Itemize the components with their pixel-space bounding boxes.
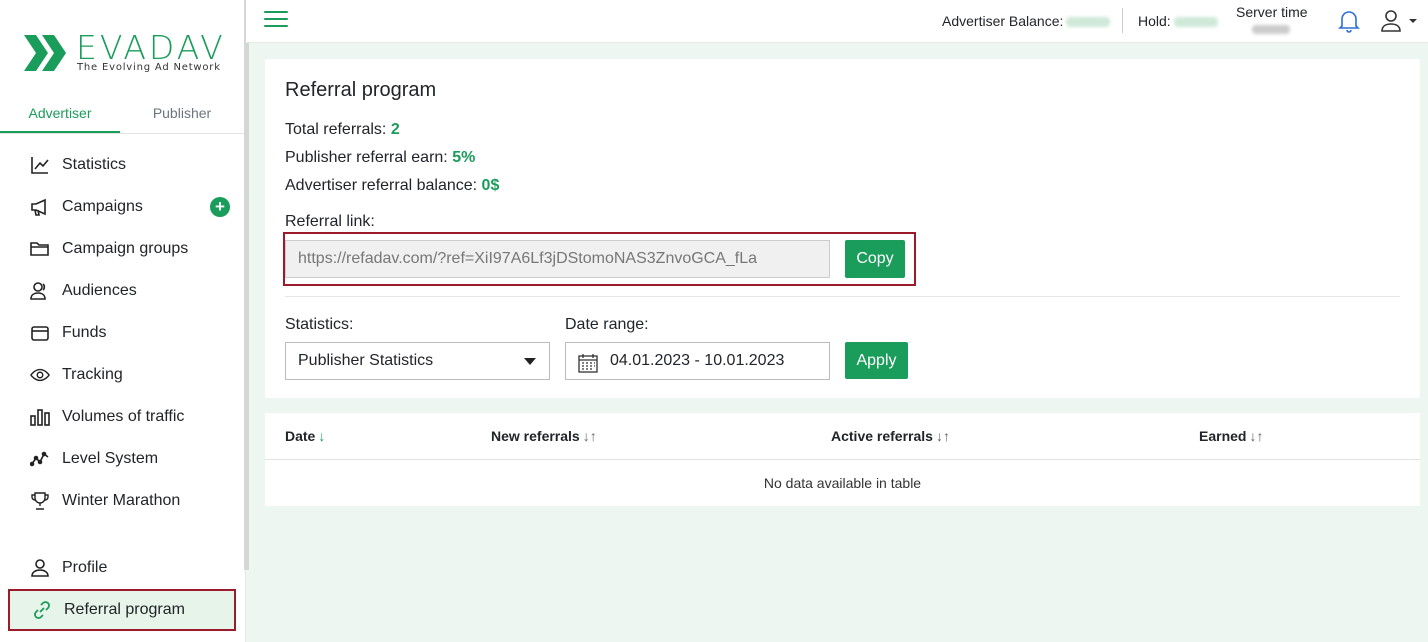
- advertiser-referral-balance: Advertiser referral balance: 0$: [285, 177, 499, 195]
- date-range-picker[interactable]: 04.01.2023 - 10.01.2023: [565, 342, 830, 380]
- eye-icon: [30, 365, 50, 385]
- advertiser-balance: Advertiser Balance:: [942, 13, 1111, 29]
- sidebar-nav: Statistics Campaigns + Campaign groups A…: [0, 144, 244, 522]
- link-icon: [32, 600, 52, 620]
- column-header-new-referrals[interactable]: New referrals ↓↑: [491, 428, 597, 444]
- hold-value-redacted: [1173, 17, 1218, 28]
- copy-button[interactable]: Copy: [845, 240, 905, 278]
- sidebar-item-label: Audiences: [62, 282, 137, 299]
- sidebar-item-campaigns[interactable]: Campaigns +: [0, 186, 244, 228]
- sidebar-item-label: Referral program: [64, 601, 185, 618]
- user-menu[interactable]: [1380, 9, 1418, 33]
- sidebar: EVADAV The Evolving Ad Network Advertise…: [0, 0, 246, 642]
- column-header-earned[interactable]: Earned ↓↑: [1199, 428, 1263, 444]
- publisher-referral-earn: Publisher referral earn: 5%: [285, 149, 475, 167]
- sidebar-item-label: Statistics: [62, 156, 127, 173]
- sidebar-item-statistics[interactable]: Statistics: [0, 144, 244, 186]
- referrals-table: Date ↓ New referrals ↓↑ Active referrals ↓↑…: [265, 413, 1420, 506]
- bar-chart-icon: [30, 407, 50, 427]
- total-referrals-label: Total referrals:: [285, 121, 387, 138]
- column-label: Date: [285, 428, 316, 444]
- caret-down-icon: [524, 358, 536, 365]
- folder-icon: [30, 239, 50, 259]
- sidebar-item-funds[interactable]: Funds: [0, 312, 244, 354]
- apply-button[interactable]: Apply: [845, 342, 908, 379]
- sidebar-item-label: Campaigns: [62, 198, 143, 215]
- sidebar-bottom-nav: Profile Referral program: [0, 547, 244, 631]
- role-tabs: Advertiser Publisher: [0, 96, 244, 134]
- server-time: Server time: [1236, 4, 1308, 34]
- sort-icon: ↓↑: [935, 428, 950, 444]
- menu-toggle-icon[interactable]: [264, 11, 288, 31]
- statistics-label: Statistics:: [285, 316, 354, 333]
- sidebar-item-label: Level System: [62, 450, 159, 467]
- chevron-down-icon: [1409, 19, 1417, 23]
- calendar-icon: [578, 351, 598, 387]
- sort-desc-icon: ↓: [318, 428, 326, 444]
- trophy-icon: [30, 491, 50, 511]
- topbar-divider: [1122, 8, 1123, 33]
- sidebar-item-audiences[interactable]: Audiences: [0, 270, 244, 312]
- sidebar-item-label: Funds: [62, 324, 107, 341]
- sidebar-item-volumes-of-traffic[interactable]: Volumes of traffic: [0, 396, 244, 438]
- statistics-select[interactable]: Publisher Statistics: [285, 342, 550, 380]
- publisher-earn-value: 5%: [452, 149, 476, 166]
- section-divider: [285, 296, 1400, 297]
- server-time-value-redacted: [1252, 25, 1290, 34]
- advertiser-balance-value: 0$: [481, 177, 500, 194]
- publisher-earn-label: Publisher referral earn:: [285, 149, 448, 166]
- sidebar-item-label: Profile: [62, 559, 108, 576]
- sidebar-item-winter-marathon[interactable]: Winter Marathon: [0, 480, 244, 522]
- tab-publisher[interactable]: Publisher: [120, 96, 244, 133]
- sidebar-scrollbar[interactable]: [244, 0, 249, 570]
- sidebar-item-profile[interactable]: Profile: [0, 547, 244, 589]
- sidebar-item-level-system[interactable]: Level System: [0, 438, 244, 480]
- user-icon: [1381, 10, 1401, 32]
- sidebar-item-label: Campaign groups: [62, 240, 189, 257]
- sort-icon: ↓↑: [1249, 428, 1264, 444]
- wallet-icon: [30, 323, 50, 343]
- referral-link-label: Referral link:: [285, 213, 375, 230]
- page-title: Referral program: [285, 79, 437, 101]
- date-range-label: Date range:: [565, 316, 649, 333]
- table-header-divider: [265, 459, 1420, 460]
- table-empty-message: No data available in table: [763, 475, 922, 491]
- referral-link-field[interactable]: https://refadav.com/?ref=XiI97A6Lf3jDSto…: [285, 240, 830, 278]
- advertiser-balance-label: Advertiser Balance:: [942, 13, 1064, 29]
- logo-tagline: The Evolving Ad Network: [77, 62, 221, 73]
- total-referrals: Total referrals: 2: [285, 121, 400, 139]
- sort-icon: ↓↑: [582, 428, 597, 444]
- date-range-value: 04.01.2023 - 10.01.2023: [610, 352, 785, 369]
- chart-line-icon: [30, 155, 50, 175]
- column-header-date[interactable]: Date ↓: [285, 428, 325, 444]
- column-label: New referrals: [491, 428, 580, 444]
- balance-value-redacted: [1066, 17, 1111, 28]
- topbar: Advertiser Balance: Hold: Server time: [246, 0, 1428, 43]
- evadav-logo-icon: [24, 35, 66, 71]
- hold-label: Hold:: [1138, 13, 1171, 29]
- column-label: Active referrals: [831, 428, 933, 444]
- column-header-active-referrals[interactable]: Active referrals ↓↑: [831, 428, 950, 444]
- referral-card: Referral program Total referrals: 2 Publ…: [265, 59, 1420, 398]
- total-referrals-value: 2: [390, 121, 400, 138]
- sidebar-item-label: Winter Marathon: [62, 492, 181, 509]
- sidebar-item-referral-program[interactable]: Referral program: [8, 589, 236, 631]
- column-label: Earned: [1199, 428, 1247, 444]
- add-campaign-button[interactable]: +: [210, 197, 230, 217]
- sidebar-item-label: Tracking: [62, 366, 123, 383]
- hold-balance: Hold:: [1138, 13, 1218, 29]
- statistics-select-value: Publisher Statistics: [298, 352, 434, 369]
- sidebar-item-tracking[interactable]: Tracking: [0, 354, 244, 396]
- logo[interactable]: EVADAV The Evolving Ad Network: [24, 28, 224, 76]
- level-graph-icon: [30, 449, 50, 469]
- sidebar-item-label: Volumes of traffic: [62, 408, 185, 425]
- server-time-label: Server time: [1236, 4, 1308, 20]
- user-icon: [30, 558, 50, 578]
- sidebar-item-campaign-groups[interactable]: Campaign groups: [0, 228, 244, 270]
- notifications-bell-icon[interactable]: [1338, 9, 1360, 38]
- advertiser-balance-label: Advertiser referral balance:: [285, 177, 478, 194]
- people-icon: [30, 281, 50, 301]
- tab-advertiser[interactable]: Advertiser: [0, 96, 120, 133]
- megaphone-icon: [30, 197, 50, 217]
